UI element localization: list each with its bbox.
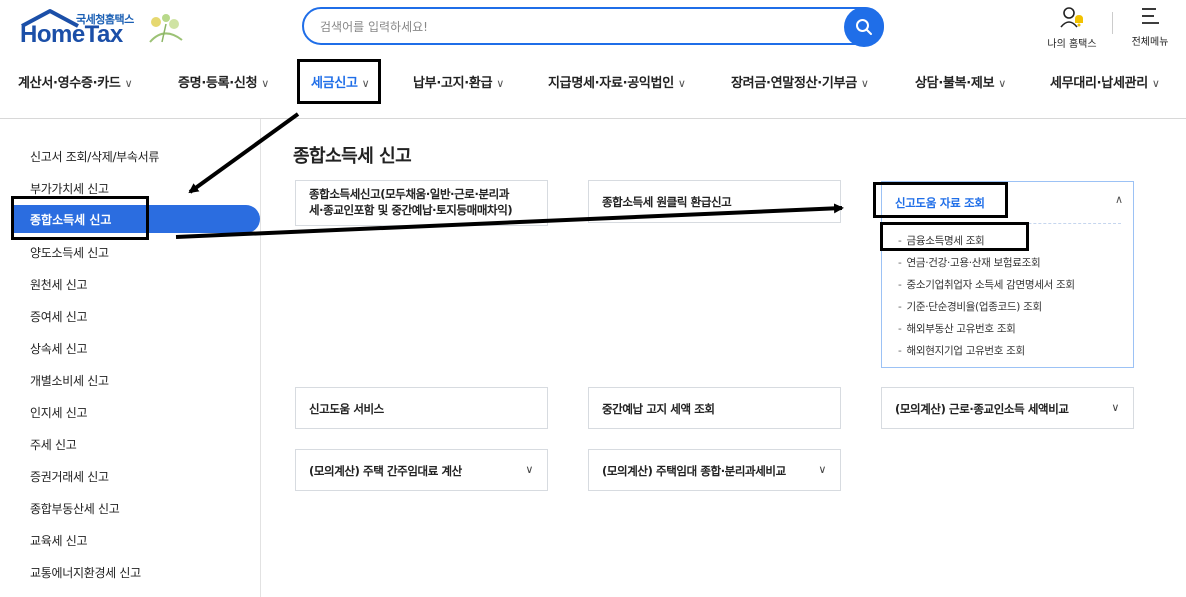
gnb-item-label: 세무대리·납세관리 (1050, 76, 1148, 91)
chevron-down-icon: ∨ (1111, 401, 1119, 414)
sidebar-item-transport-tax[interactable]: 교통에너지환경세 신고 (30, 564, 141, 581)
gnb-item-label: 계산서·영수증·카드 (18, 76, 121, 91)
sidebar-item-property-tax[interactable]: 종합부동산세 신고 (30, 500, 120, 517)
chevron-down-icon: ∨ (818, 463, 826, 476)
income-tax-filing-card[interactable]: 종합소득세신고(모두채움·일반·근로·분리과 세·종교인포함 및 중간예납·토지… (295, 180, 548, 226)
global-nav: 계산서·영수증·카드 ∨ 증명·등록·신청 ∨ 세금신고 ∨ 납부·고지·환급 ∨ 지급… (0, 60, 1186, 106)
hometax-logo[interactable]: 국세청홈택스 HomeTax (16, 6, 196, 50)
chevron-down-icon: ∨ (677, 77, 686, 90)
all-menu-button[interactable]: 전체메뉴 (1124, 6, 1176, 48)
subitem-sme-employee-reduction[interactable]: - 중소기업취업자 소득세 감면명세서 조회 (898, 277, 1075, 292)
simulated-rental-comparison-card[interactable]: (모의계산) 주택임대 종합·분리과세비교 ∨ (588, 449, 841, 491)
sidebar-item-gift-tax[interactable]: 증여세 신고 (30, 308, 88, 325)
card-divider (894, 223, 1121, 224)
gnb-item-label: 지급명세·자료·공익법인 (548, 76, 674, 91)
leaf-decoration-icon (149, 14, 183, 43)
gnb-item-label: 증명·등록·신청 (178, 76, 258, 91)
utility-divider (1112, 12, 1113, 34)
search-button[interactable] (844, 7, 884, 47)
chevron-down-icon: ∨ (860, 77, 869, 90)
site-header: 국세청홈택스 HomeTax 나의 홈택스 (0, 0, 1186, 119)
card-label: 신고도움 서비스 (309, 402, 384, 416)
simulated-deemed-rent-card[interactable]: (모의계산) 주택 간주임대료 계산 ∨ (295, 449, 548, 491)
subitem-overseas-property[interactable]: - 해외부동산 고유번호 조회 (898, 321, 1016, 336)
gnb-item-incentives[interactable]: 장려금·연말정산·기부금 ∨ (731, 72, 869, 91)
search-icon (856, 19, 872, 35)
interim-prepayment-card[interactable]: 중간예납 고지 세액 조회 (588, 387, 841, 429)
sidebar-item-stamp-tax[interactable]: 인지세 신고 (30, 404, 88, 421)
chevron-down-icon: ∨ (1151, 77, 1160, 90)
chevron-down-icon: ∨ (496, 77, 505, 90)
chevron-down-icon: ∨ (361, 77, 370, 90)
my-hometax-label: 나의 홈택스 (1047, 39, 1097, 50)
gnb-item-payment[interactable]: 납부·고지·환급 ∨ (413, 72, 504, 91)
gnb-item-label: 상담·불복·제보 (915, 76, 995, 91)
subitem-financial-income[interactable]: - 금융소득명세 조회 (898, 233, 985, 248)
subitem-overseas-company[interactable]: - 해외현지기업 고유번호 조회 (898, 343, 1025, 358)
logo-text: HomeTax (20, 21, 123, 48)
sidebar-item-inheritance[interactable]: 상속세 신고 (30, 340, 88, 357)
sidebar-item-education-tax[interactable]: 교육세 신고 (30, 532, 88, 549)
hamburger-menu-icon (1142, 8, 1159, 24)
gnb-item-receipts[interactable]: 계산서·영수증·카드 ∨ (18, 72, 133, 91)
card-label: (모의계산) 주택임대 종합·분리과세비교 (602, 464, 786, 478)
chevron-down-icon: ∨ (124, 77, 133, 90)
filing-help-service-card[interactable]: 신고도움 서비스 (295, 387, 548, 429)
gnb-item-tax-filing[interactable]: 세금신고 ∨ (311, 72, 370, 91)
subitem-expense-rate[interactable]: - 기준·단순경비율(업종코드) 조회 (898, 299, 1042, 314)
sidebar-item-withholding[interactable]: 원천세 신고 (30, 276, 88, 293)
filing-help-data-card: 신고도움 자료 조회 ∧ - 금융소득명세 조회 - 연금·건강·고용·산재 보험료… (881, 181, 1134, 368)
card-label-line1: 종합소득세신고(모두채움·일반·근로·분리과 (309, 187, 510, 201)
chevron-down-icon: ∨ (261, 77, 270, 90)
all-menu-label: 전체메뉴 (1131, 37, 1169, 48)
card-label: 중간예납 고지 세액 조회 (602, 402, 715, 416)
card-label: (모의계산) 주택 간주임대료 계산 (309, 464, 462, 478)
chevron-up-icon[interactable]: ∧ (1115, 193, 1123, 206)
gnb-item-tax-agent[interactable]: 세무대리·납세관리 ∨ (1050, 72, 1160, 91)
gnb-item-payment-statements[interactable]: 지급명세·자료·공익법인 ∨ (548, 72, 686, 91)
gnb-item-consultation[interactable]: 상담·불복·제보 ∨ (915, 72, 1006, 91)
search-input[interactable] (318, 17, 822, 37)
sidebar-item-excise[interactable]: 개별소비세 신고 (30, 372, 109, 389)
gnb-active-indicator (303, 101, 375, 103)
sidebar-item-report-lookup[interactable]: 신고서 조회/삭제/부속서류 (30, 148, 159, 165)
gnb-item-label: 납부·고지·환급 (413, 76, 493, 91)
my-hometax-button[interactable]: 나의 홈택스 (1042, 6, 1102, 50)
sidebar-item-securities[interactable]: 증권거래세 신고 (30, 468, 109, 485)
user-bell-icon (1060, 7, 1083, 28)
card-label: (모의계산) 근로·종교인소득 세액비교 (895, 402, 1069, 416)
sidebar-item-vat[interactable]: 부가가치세 신고 (30, 180, 109, 197)
gnb-item-certificates[interactable]: 증명·등록·신청 ∨ (178, 72, 269, 91)
gnb-item-label: 장려금·연말정산·기부금 (731, 76, 857, 91)
chevron-down-icon: ∨ (998, 77, 1007, 90)
gnb-item-label: 세금신고 (311, 76, 358, 91)
card-label-line2: 세·종교인포함 및 중간예납·토지등매매차익) (309, 203, 513, 217)
sidebar-item-income-tax[interactable]: 종합소득세 신고 (30, 211, 111, 228)
one-click-refund-card[interactable]: 종합소득세 원클릭 환급신고 (588, 180, 841, 223)
subitem-insurance-premium[interactable]: - 연금·건강·고용·산재 보험료조회 (898, 255, 1041, 270)
card-label: 종합소득세 원클릭 환급신고 (602, 195, 732, 209)
filing-help-data-title[interactable]: 신고도움 자료 조회 (895, 195, 985, 211)
sidebar-item-liquor-tax[interactable]: 주세 신고 (30, 436, 77, 453)
chevron-down-icon: ∨ (525, 463, 533, 476)
sidebar-item-capital-gains[interactable]: 양도소득세 신고 (30, 244, 109, 261)
simulated-labor-religious-card[interactable]: (모의계산) 근로·종교인소득 세액비교 ∨ (881, 387, 1134, 429)
page-title: 종합소득세 신고 (293, 146, 412, 167)
search-box (302, 7, 884, 47)
